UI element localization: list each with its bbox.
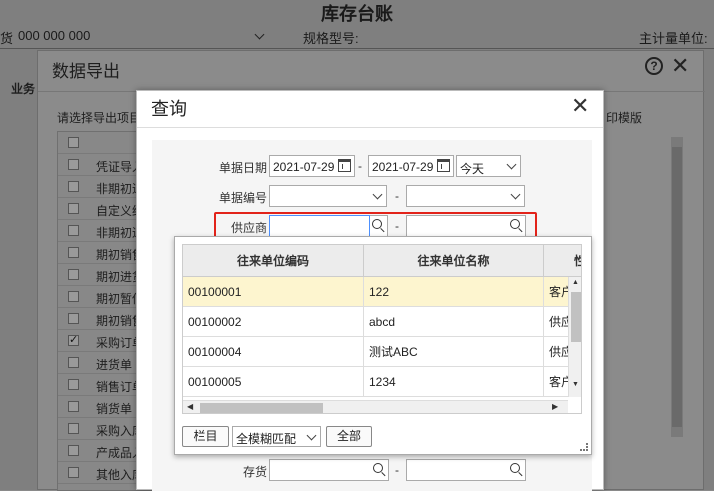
stock-from-input[interactable] xyxy=(269,459,389,481)
filter-label-unit: 主计量单位: xyxy=(639,31,708,46)
export-dialog-title: 数据导出 xyxy=(52,62,120,81)
chevron-down-icon[interactable] xyxy=(254,29,265,40)
filter-value-code[interactable]: 000 000 000 xyxy=(18,28,90,43)
match-mode-select[interactable]: 全模糊匹配 xyxy=(232,426,321,447)
help-icon[interactable]: ? xyxy=(645,57,663,75)
scroll-thumb[interactable] xyxy=(571,292,581,342)
docno-label: 单据编号 xyxy=(218,191,267,205)
scroll-up-icon[interactable]: ▲ xyxy=(572,279,579,286)
divider xyxy=(0,48,714,49)
business-label: 业务 xyxy=(11,82,36,96)
filter-label-spec: 规格型号: xyxy=(303,31,359,46)
checkbox[interactable] xyxy=(68,333,79,346)
cell-name: abcd xyxy=(364,307,544,337)
horizontal-scrollbar[interactable]: ◀ ▶ xyxy=(183,400,568,413)
filter-label-stock: 货 xyxy=(0,31,14,46)
supplier-grid: 往来单位编码 往来单位名称 性 00100001122 客户 00100002abc… xyxy=(182,244,582,414)
export-item-label: 销货单 xyxy=(96,402,133,416)
close-icon[interactable]: ✕ xyxy=(671,53,689,79)
cell-code: 00100005 xyxy=(183,367,364,397)
calendar-icon[interactable] xyxy=(338,159,351,172)
checkbox[interactable] xyxy=(68,269,79,280)
column-header-code[interactable]: 往来单位编码 xyxy=(183,245,364,277)
cell-extra: 供应 xyxy=(549,315,568,329)
cell-code: 00100001 xyxy=(183,277,364,307)
checkbox[interactable] xyxy=(68,203,79,214)
range-dash: - xyxy=(395,189,399,203)
columns-button[interactable]: 栏目 xyxy=(182,426,229,447)
checkbox[interactable] xyxy=(68,181,79,192)
cell-code: 00100004 xyxy=(183,337,364,367)
checkbox[interactable] xyxy=(68,379,79,390)
close-icon[interactable]: ✕ xyxy=(571,93,589,119)
cell-extra: 客户 xyxy=(549,375,568,389)
chevron-down-icon xyxy=(306,430,317,441)
docno-to-select[interactable] xyxy=(406,185,525,207)
checkbox[interactable] xyxy=(68,401,79,412)
resize-grip-icon[interactable] xyxy=(580,443,588,451)
vertical-scrollbar[interactable]: ▲ ▼ xyxy=(568,277,581,397)
filter-bar: 货 000 000 000 规格型号: 主计量单位: xyxy=(0,28,714,48)
checkbox[interactable] xyxy=(68,357,79,368)
date-from-field[interactable]: 2021-07-29 xyxy=(269,155,355,177)
table-row[interactable]: 001000051234 客户 xyxy=(183,367,568,397)
cell-name: 测试ABC xyxy=(364,337,544,367)
checkbox[interactable] xyxy=(68,445,79,456)
checkbox[interactable] xyxy=(68,225,79,236)
chevron-down-icon xyxy=(510,189,521,200)
scroll-right-icon[interactable]: ▶ xyxy=(552,402,558,411)
stock-to-input[interactable] xyxy=(406,459,526,481)
calendar-icon[interactable] xyxy=(437,159,450,172)
table-row[interactable]: 00100004测试ABC 供应 xyxy=(183,337,568,367)
scroll-thumb[interactable] xyxy=(200,403,323,413)
chevron-down-icon xyxy=(372,189,383,200)
query-dialog-title: 查询 xyxy=(151,99,187,119)
date-preset-value: 今天 xyxy=(460,162,485,176)
checkbox[interactable] xyxy=(68,247,79,258)
date-to-value: 2021-07-29 xyxy=(372,160,434,174)
grid-header: 往来单位编码 往来单位名称 性 xyxy=(183,245,581,277)
checkbox[interactable] xyxy=(68,313,79,324)
stock-label: 存货 xyxy=(242,465,267,479)
page-title: 库存台账 xyxy=(321,4,393,24)
checkbox[interactable] xyxy=(68,291,79,302)
date-preset-select[interactable]: 今天 xyxy=(456,155,521,177)
column-header-type[interactable]: 性 xyxy=(544,245,581,277)
divider xyxy=(137,127,603,128)
checkbox[interactable] xyxy=(68,159,79,170)
date-from-value: 2021-07-29 xyxy=(273,160,335,174)
cell-extra: 客户 xyxy=(549,285,568,299)
query-dialog: 查询 ✕ 单据日期 2021-07-29 - 2021-07-29 今天 单据编… xyxy=(136,90,604,491)
checkbox[interactable] xyxy=(68,137,79,148)
cell-name: 122 xyxy=(364,277,544,307)
all-button[interactable]: 全部 xyxy=(326,426,372,447)
search-icon[interactable] xyxy=(510,463,520,473)
table-row[interactable]: 00100001122 客户 xyxy=(183,277,568,307)
date-to-field[interactable]: 2021-07-29 xyxy=(368,155,454,177)
export-item-label: 进货单 xyxy=(96,358,133,372)
highlight-box xyxy=(214,212,537,238)
match-mode-value: 全模糊匹配 xyxy=(236,432,297,446)
checkbox[interactable] xyxy=(68,467,79,478)
range-dash: - xyxy=(395,463,399,477)
scroll-left-icon[interactable]: ◀ xyxy=(187,402,193,411)
scroll-down-icon[interactable]: ▼ xyxy=(572,381,579,388)
range-dash: - xyxy=(358,159,362,173)
table-row[interactable]: 00100002abcd 供应 xyxy=(183,307,568,337)
docno-from-select[interactable] xyxy=(269,185,387,207)
cell-code: 00100002 xyxy=(183,307,364,337)
cell-extra: 供应 xyxy=(549,345,568,359)
supplier-lookup-popup: 往来单位编码 往来单位名称 性 00100001122 客户 00100002abc… xyxy=(174,236,592,455)
checkbox[interactable] xyxy=(68,423,79,434)
date-label: 单据日期 xyxy=(218,161,267,175)
search-icon[interactable] xyxy=(373,463,383,473)
select-items-label: 请选择导出项目 xyxy=(57,111,142,125)
print-template-label: 印模版 xyxy=(606,111,643,125)
column-header-name[interactable]: 往来单位名称 xyxy=(364,245,544,277)
scrollbar[interactable] xyxy=(671,137,683,437)
cell-name: 1234 xyxy=(364,367,544,397)
chevron-down-icon xyxy=(506,159,517,170)
